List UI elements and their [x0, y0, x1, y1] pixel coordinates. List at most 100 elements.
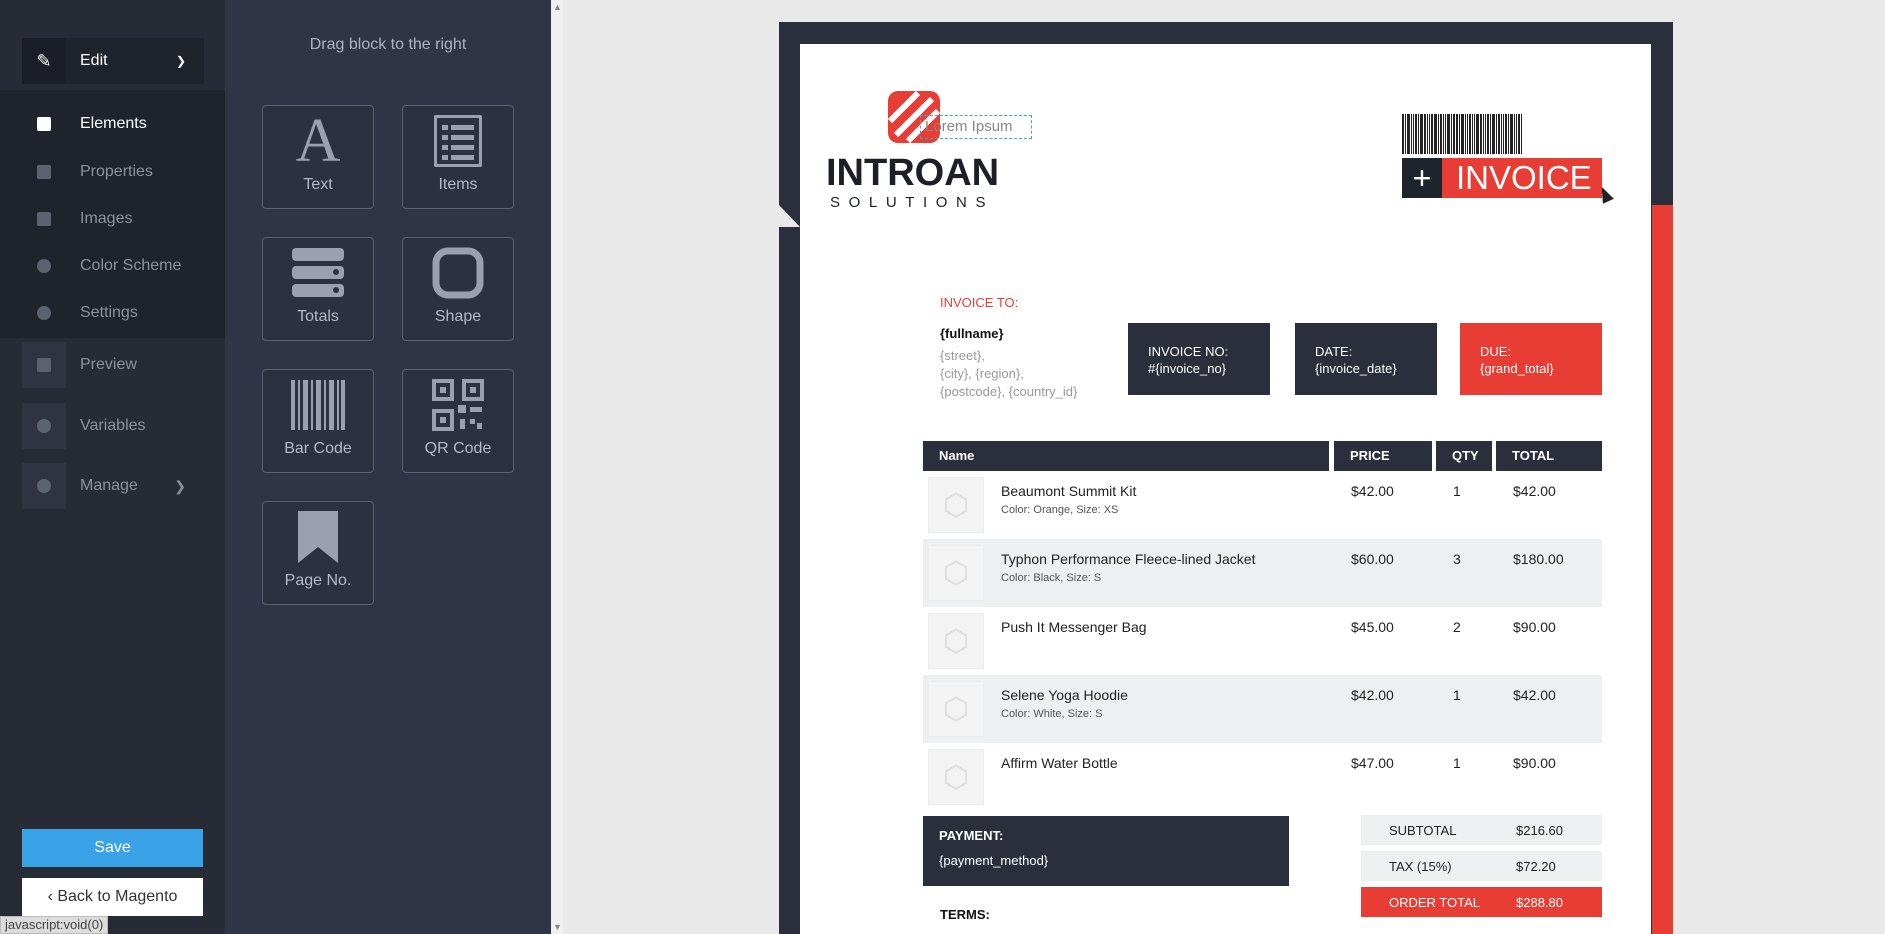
order-total-row[interactable]: ORDER TOTAL $288.80 [1361, 887, 1602, 917]
frame-corner-cut [779, 205, 800, 227]
nav-item-images[interactable]: Images [22, 198, 204, 240]
block-shape[interactable]: Shape [402, 237, 514, 341]
company-name[interactable]: INTROAN [826, 152, 999, 195]
product-placeholder-icon: ⬡ [928, 681, 984, 737]
block-bar-code[interactable]: Bar Code [262, 369, 374, 473]
invoice-to-label[interactable]: INVOICE TO: [940, 295, 1018, 310]
barcode-bar [1447, 114, 1450, 154]
info-label: DATE: [1315, 344, 1353, 359]
tax-row[interactable]: TAX (15%) $72.20 [1361, 851, 1602, 881]
nav-item-settings[interactable]: Settings [22, 292, 204, 334]
block-label: Page No. [284, 572, 352, 589]
block-items[interactable]: Items [402, 105, 514, 209]
nav-item-color-scheme[interactable]: Color Scheme [22, 245, 204, 287]
scroll-down-arrow-icon[interactable]: ▼ [553, 922, 562, 932]
address-line[interactable]: {city}, {region}, [940, 366, 1024, 381]
table-row[interactable]: ⬡ Push It Messenger Bag $45.00 2 $90.00 [923, 607, 1602, 675]
product-qty: 1 [1453, 483, 1461, 499]
block-text[interactable]: A Text [262, 105, 374, 209]
scroll-up-arrow-icon[interactable]: ▲ [553, 2, 562, 12]
product-qty: 3 [1453, 551, 1461, 567]
invoice-due-box[interactable]: DUE: {grand_total} [1460, 323, 1602, 395]
canvas-scrollbar[interactable]: ▲ ▼ [551, 0, 563, 934]
total-value: $288.80 [1516, 895, 1563, 910]
barcode-bar [1503, 114, 1504, 154]
variables-icon [22, 403, 66, 449]
barcode-bar [1451, 114, 1452, 154]
product-options: Color: White, Size: S [1001, 708, 1103, 720]
invoice-date-box[interactable]: DATE: {invoice_date} [1295, 323, 1437, 395]
nav-item-label: Preview [80, 356, 137, 373]
block-totals[interactable]: Totals [262, 237, 374, 341]
barcode-bar [1420, 114, 1423, 154]
items-table-header[interactable]: Name PRICE QTY TOTAL [923, 441, 1602, 471]
edit-menu-toggle[interactable]: ✎ Edit ❯ [22, 38, 204, 84]
block-qr-code[interactable]: QR Code [402, 369, 514, 473]
barcode-bar [1510, 114, 1513, 154]
text-icon: A [295, 106, 341, 175]
barcode-bar [1434, 114, 1437, 154]
invoice-canvas[interactable]: ▲ ▼ Lorem Ipsum INTROAN SOLUTIONS + INVO… [551, 0, 1885, 934]
nav-item-properties[interactable]: Properties [22, 151, 204, 193]
product-placeholder-icon: ⬡ [928, 477, 984, 533]
droplet-icon [22, 245, 66, 287]
total-label: TAX (15%) [1389, 859, 1452, 874]
barcode-bar [1472, 114, 1473, 154]
column-header-name: Name [923, 441, 1329, 471]
product-options: Color: Orange, Size: XS [1001, 504, 1119, 516]
barcode-bar [1418, 114, 1419, 154]
barcode-bar [1483, 114, 1484, 154]
drag-hint: Drag block to the right [309, 36, 467, 53]
nav-item-variables[interactable]: Variables [22, 403, 204, 449]
product-qty: 1 [1453, 687, 1461, 703]
payment-label: PAYMENT: [939, 828, 1004, 843]
terms-label[interactable]: TERMS: [940, 907, 990, 922]
subtotal-row[interactable]: SUBTOTAL $216.60 [1361, 815, 1602, 845]
barcode-bar [1429, 114, 1430, 154]
product-price: $45.00 [1351, 619, 1394, 635]
total-label: SUBTOTAL [1389, 823, 1457, 838]
table-row[interactable]: ⬡ Affirm Water Bottle $47.00 1 $90.00 [923, 743, 1602, 811]
invoice-number-box[interactable]: INVOICE NO: #{invoice_no} [1128, 323, 1270, 395]
save-button[interactable]: Save [22, 829, 203, 867]
barcode-bar [1438, 114, 1439, 154]
selected-text-element[interactable]: Lorem Ipsum [920, 115, 1032, 139]
barcode[interactable] [1402, 114, 1564, 154]
barcode-bar [1514, 114, 1515, 154]
invoice-heading[interactable]: + INVOICE [1402, 158, 1602, 198]
barcode-bar [1405, 114, 1406, 154]
nav-item-preview[interactable]: Preview [22, 342, 204, 388]
company-tagline[interactable]: SOLUTIONS [830, 194, 994, 211]
barcode-bar [1469, 114, 1471, 154]
customer-fullname[interactable]: {fullname} [940, 326, 1004, 341]
nav-item-label: Settings [80, 304, 138, 321]
table-row[interactable]: ⬡ Beaumont Summit Kit Color: Orange, Siz… [923, 471, 1602, 539]
barcode-bar [1518, 114, 1520, 154]
barcode-bar [1467, 114, 1468, 154]
nav-item-label: Color Scheme [80, 257, 182, 274]
barcode-bar [1407, 114, 1410, 154]
product-name: Beaumont Summit Kit [1001, 483, 1137, 499]
block-label: Shape [434, 308, 482, 325]
address-line[interactable]: {street}, [940, 348, 985, 363]
gear-icon [22, 292, 66, 334]
nav-item-manage[interactable]: Manage ❯ [22, 463, 204, 509]
info-value: #{invoice_no} [1148, 361, 1227, 376]
barcode-bar [1459, 114, 1460, 154]
product-total: $42.00 [1513, 483, 1556, 499]
table-row[interactable]: ⬡ Typhon Performance Fleece-lined Jacket… [923, 539, 1602, 607]
product-placeholder-icon: ⬡ [928, 613, 984, 669]
plus-icon: + [1402, 158, 1442, 198]
barcode-bar [1427, 114, 1428, 154]
table-row[interactable]: ⬡ Selene Yoga Hoodie Color: White, Size:… [923, 675, 1602, 743]
barcode-bar [1498, 114, 1500, 154]
back-to-magento-button[interactable]: ‹ Back to Magento [22, 878, 203, 916]
total-value: $216.60 [1516, 823, 1563, 838]
nav-item-elements[interactable]: Elements [22, 103, 204, 145]
back-label: Back to Magento [57, 888, 178, 905]
block-page-no[interactable]: Page No. [262, 501, 374, 605]
barcode-bar [1424, 114, 1426, 154]
address-line[interactable]: {postcode}, {country_id} [940, 384, 1077, 399]
payment-block[interactable]: PAYMENT: {payment_method} [923, 816, 1289, 886]
left-navigation: ✎ Edit ❯ Elements Properties Images Colo… [0, 0, 225, 934]
